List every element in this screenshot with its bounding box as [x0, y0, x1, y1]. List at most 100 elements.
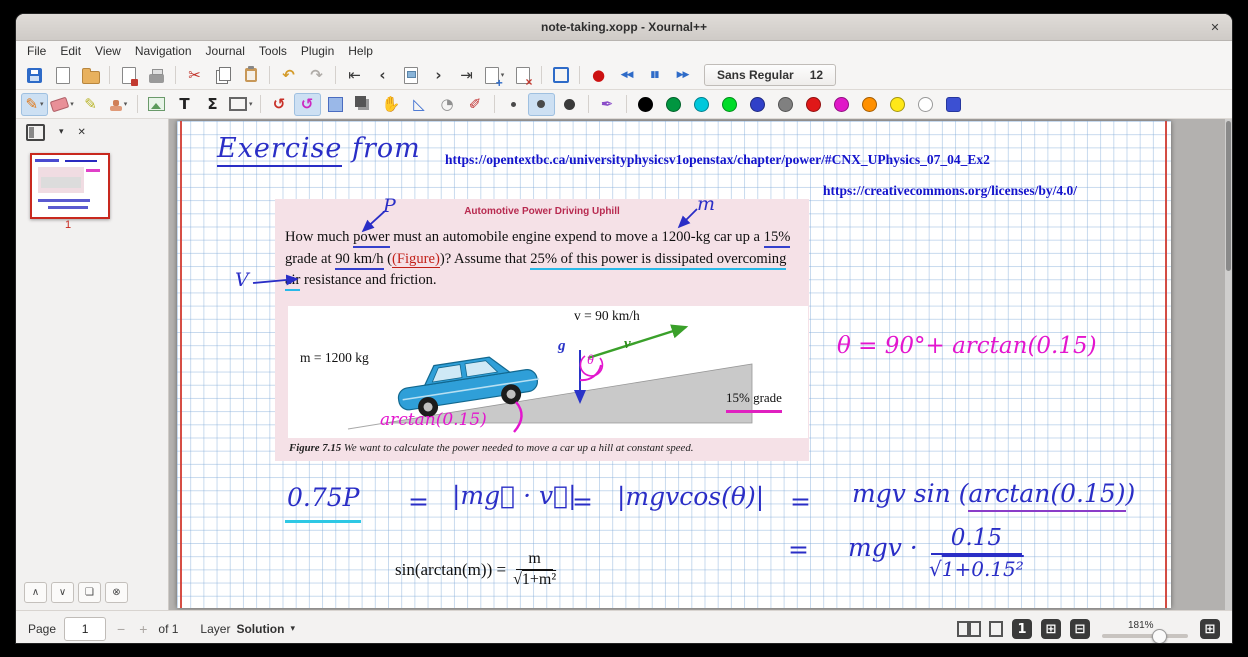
spline-tool-icon[interactable]: ◔ [434, 93, 461, 116]
next-page-icon[interactable]: › [425, 64, 452, 87]
fullscreen-icon[interactable] [547, 64, 574, 87]
menu-edit[interactable]: Edit [53, 42, 88, 60]
titlebar[interactable]: note-taking.xopp - Xournal++ ✕ [16, 14, 1232, 41]
color-orange[interactable] [856, 93, 883, 116]
source-url-link[interactable]: https://opentextbc.ca/universityphysicsv… [445, 152, 990, 168]
work-lhs: 0.75P [287, 483, 360, 512]
preview-pane-icon[interactable] [26, 124, 45, 141]
page-decrement-button[interactable]: − [114, 621, 128, 637]
color-gray[interactable] [772, 93, 799, 116]
size-fine-icon[interactable] [500, 93, 527, 116]
open-icon[interactable] [77, 64, 104, 87]
color-blue[interactable] [744, 93, 771, 116]
menu-journal[interactable]: Journal [199, 42, 252, 60]
single-page-view-icon[interactable] [989, 621, 1003, 637]
zoom-fit-badge[interactable]: ⊞ [1041, 619, 1061, 639]
size-thick-icon[interactable] [556, 93, 583, 116]
delete-circle-icon[interactable]: ⊗ [105, 582, 128, 603]
scrollbar-thumb[interactable] [1226, 121, 1231, 271]
previous-page-icon[interactable]: ‹ [369, 64, 396, 87]
highlighter-tool-icon[interactable]: ✎ [77, 93, 104, 116]
ruler-icon[interactable]: ◺ [406, 93, 433, 116]
close-window-button[interactable]: ✕ [1207, 19, 1223, 35]
toolbar-separator [579, 66, 580, 84]
page-thumbnail[interactable] [30, 153, 110, 219]
math-tex-icon[interactable]: Σ [199, 93, 226, 116]
image-tool-icon[interactable] [143, 93, 170, 116]
figure-link[interactable]: (Figure) [392, 251, 440, 268]
layer-chevron-icon[interactable]: ▾ [290, 624, 295, 634]
new-document-icon[interactable] [49, 64, 76, 87]
rect-select-icon[interactable] [322, 93, 349, 116]
pause-icon[interactable]: ▮▮ [641, 64, 668, 87]
menu-help[interactable]: Help [341, 42, 380, 60]
menu-plugin[interactable]: Plugin [294, 42, 341, 60]
zoom-slider[interactable] [1102, 634, 1188, 638]
export-pdf-icon[interactable] [115, 64, 142, 87]
lasso-select-icon[interactable]: ↺ [294, 93, 321, 116]
print-icon[interactable] [143, 64, 170, 87]
save-icon[interactable] [21, 64, 48, 87]
color-cyan[interactable] [688, 93, 715, 116]
eraser-tool-icon[interactable]: ▾ [49, 93, 76, 116]
last-page-icon[interactable]: ⇥ [453, 64, 480, 87]
color-magenta[interactable] [828, 93, 855, 116]
rewind-icon[interactable]: ◀◀ [613, 64, 640, 87]
font-selector-button[interactable]: Sans Regular 12 [704, 64, 836, 86]
status-bar: Page − + of 1 Layer Solution ▾ 1⊞⊟ 181% … [16, 610, 1232, 643]
color-yellow[interactable] [884, 93, 911, 116]
cut-icon[interactable]: ✂ [181, 64, 208, 87]
size-medium-icon[interactable] [528, 93, 555, 116]
add-page-icon[interactable]: ▾ [481, 64, 508, 87]
layer-stack-icon[interactable] [350, 93, 377, 116]
undo-icon[interactable]: ↶ [275, 64, 302, 87]
delete-page-icon[interactable] [509, 64, 536, 87]
page-increment-button[interactable]: + [136, 621, 150, 637]
menu-file[interactable]: File [20, 42, 53, 60]
vertical-scrollbar[interactable] [1225, 119, 1232, 610]
handwritten-fraction: 0.15 √1+0.15² [929, 525, 1024, 581]
license-url-link[interactable]: https://creativecommons.org/licenses/by/… [823, 183, 1077, 199]
pen-tool-icon[interactable]: ✎▾ [21, 93, 48, 116]
text-tool-icon[interactable]: T [171, 93, 198, 116]
menu-tools[interactable]: Tools [252, 42, 294, 60]
color-red[interactable] [800, 93, 827, 116]
color-green[interactable] [660, 93, 687, 116]
chevron-down-icon[interactable]: ∨ [51, 582, 74, 603]
equals-sign: = [790, 487, 811, 516]
chevron-up-icon[interactable]: ∧ [24, 582, 47, 603]
size-medium-icon [537, 100, 545, 108]
paste-icon[interactable] [237, 64, 264, 87]
redo-icon[interactable]: ↷ [303, 64, 330, 87]
copy-icon[interactable] [209, 64, 236, 87]
layer-value[interactable]: Solution [236, 622, 284, 636]
export-pdf-icon [122, 67, 136, 84]
fountain-pen-icon[interactable]: ✒ [594, 93, 621, 116]
color-white[interactable] [912, 93, 939, 116]
zoom-slider-knob[interactable] [1152, 629, 1167, 643]
page-number-badge[interactable]: 1 [1012, 619, 1032, 639]
close-sidebar-button[interactable]: ✕ [78, 127, 86, 138]
shape-tool-icon[interactable]: ▾ [227, 93, 255, 116]
delete-page-icon [516, 67, 530, 84]
brush-icon[interactable]: ✐ [462, 93, 489, 116]
duplicate-page-icon[interactable]: ❏ [78, 582, 101, 603]
color-black[interactable] [632, 93, 659, 116]
page-number-input[interactable] [64, 617, 106, 641]
menu-view[interactable]: View [88, 42, 128, 60]
zoom-out-badge[interactable]: ⊟ [1070, 619, 1090, 639]
shape-recognizer-icon[interactable]: ↺ [266, 93, 293, 116]
chevron-down-icon[interactable]: ▾ [59, 127, 64, 137]
page-preview-icon[interactable] [397, 64, 424, 87]
two-page-view-icon[interactable] [957, 621, 969, 637]
stamp-tool-icon[interactable]: ▾ [105, 93, 132, 116]
forward-icon[interactable]: ▶▶ [669, 64, 696, 87]
color-picker-icon[interactable] [940, 93, 967, 116]
menu-navigation[interactable]: Navigation [128, 42, 199, 60]
document-page[interactable]: Exercise from https://opentextbc.ca/univ… [177, 121, 1171, 608]
color-lightgreen[interactable] [716, 93, 743, 116]
first-page-icon[interactable]: ⇤ [341, 64, 368, 87]
hand-tool-icon[interactable]: ✋ [378, 93, 405, 116]
zoom-in-badge[interactable]: ⊞ [1200, 619, 1220, 639]
record-audio-icon[interactable]: ● [585, 64, 612, 87]
